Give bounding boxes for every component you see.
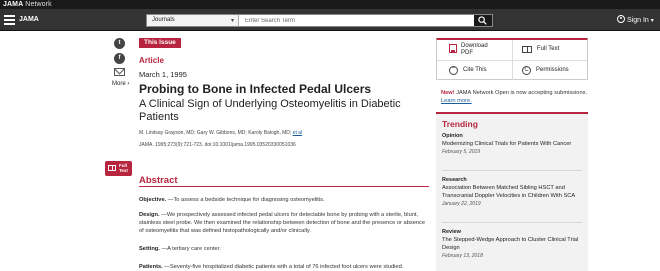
network-bar: JAMA Network (0, 0, 660, 9)
user-icon (617, 15, 625, 23)
search-input[interactable] (242, 15, 472, 26)
abstract-heading-bar: Abstract (139, 173, 429, 187)
facebook-icon[interactable]: f (114, 53, 125, 64)
more-share-button[interactable]: More › (112, 81, 129, 87)
trending-item[interactable]: Review The Stepped-Wedge Approach to Clu… (442, 228, 582, 260)
abstract-objective: Objective. —To assess a bedside techniqu… (139, 197, 325, 203)
citation-line: JAMA. 1995;273(9):721-723. doi:10.1001/j… (139, 142, 296, 148)
permissions-button[interactable]: Permissions (536, 67, 569, 74)
trending-date: January 22, 2019 (442, 201, 481, 207)
pdf-icon (449, 44, 457, 53)
full-text-button[interactable]: Full Text (537, 46, 559, 53)
jama-network-brand[interactable]: JAMA Network (3, 0, 52, 9)
twitter-icon[interactable]: t (114, 38, 125, 49)
abstract-design: Design. —We prospectively assessed infec… (139, 212, 426, 234)
full-text-side-button[interactable]: Full Text (105, 161, 132, 176)
abstract-heading: Abstract (139, 175, 178, 186)
search-scope-label: Journals (152, 17, 175, 23)
learn-more-link[interactable]: Learn more. (441, 98, 472, 104)
trending-category: Review (442, 229, 461, 235)
trending-title[interactable]: Association Between Matched Sibling HSCT… (442, 184, 582, 200)
search-icon (478, 16, 487, 25)
abstract-patients: Patients. —Seventy-five hospitalized dia… (139, 264, 404, 270)
menu-icon[interactable] (4, 15, 15, 25)
full-text-side-label: Full Text (119, 163, 128, 173)
email-icon[interactable] (114, 68, 125, 76)
trending-date: February 5, 2019 (442, 149, 481, 155)
search-scope-select[interactable]: Journals ▾ (147, 15, 239, 26)
abstract-setting: Setting. —A tertiary care center. (139, 246, 221, 252)
trending-date: February 13, 2018 (442, 253, 483, 259)
search-bar: Journals ▾ (146, 14, 493, 27)
book-icon (522, 46, 532, 53)
article-title: Probing to Bone in Infected Pedal Ulcers (139, 82, 372, 96)
site-header: JAMA Journals ▾ Sign In▾ (0, 9, 660, 31)
trending-item[interactable]: Research Association Between Matched Sib… (442, 176, 582, 208)
trending-panel: Trending Opinion Modernizing Clinical Tr… (436, 112, 588, 271)
this-issue-badge[interactable]: This Issue (139, 38, 181, 48)
trending-heading: Trending (442, 119, 478, 129)
trending-item[interactable]: Opinion Modernizing Clinical Trials for … (442, 132, 582, 156)
trending-category: Research (442, 177, 467, 183)
jama-logo[interactable]: JAMA (19, 15, 39, 25)
sign-in-button[interactable]: Sign In ▾ (617, 15, 654, 26)
quote-icon: " (449, 66, 458, 75)
submission-notice: New! JAMA Network Open is now accepting … (441, 90, 588, 104)
article-date: March 1, 1995 (139, 70, 187, 79)
article-subtitle: A Clinical Sign of Underlying Osteomyeli… (139, 98, 401, 123)
download-pdf-button[interactable]: Download PDF (461, 43, 501, 57)
book-icon (108, 165, 116, 171)
article-tools: Download PDF Full Text " Cite This C Per… (436, 38, 588, 80)
search-button[interactable] (474, 15, 492, 26)
more-authors-link[interactable]: et al (293, 130, 302, 136)
copyright-icon: C (522, 66, 531, 75)
trending-category: Opinion (442, 133, 463, 139)
trending-title[interactable]: Modernizing Clinical Trials for Patients… (442, 140, 582, 148)
article-type: Article (139, 56, 164, 65)
sign-in-label: Sign In (627, 17, 649, 24)
trending-title[interactable]: The Stepped-Wedge Approach to Cluster Cl… (442, 236, 582, 252)
chevron-down-icon: ▾ (230, 18, 234, 24)
chevron-down-icon: ▾ (650, 18, 654, 24)
cite-this-button[interactable]: Cite This (463, 67, 487, 74)
author-list: M. Lindsay Grayson, MD; Gary W. Gibbons,… (139, 130, 303, 136)
